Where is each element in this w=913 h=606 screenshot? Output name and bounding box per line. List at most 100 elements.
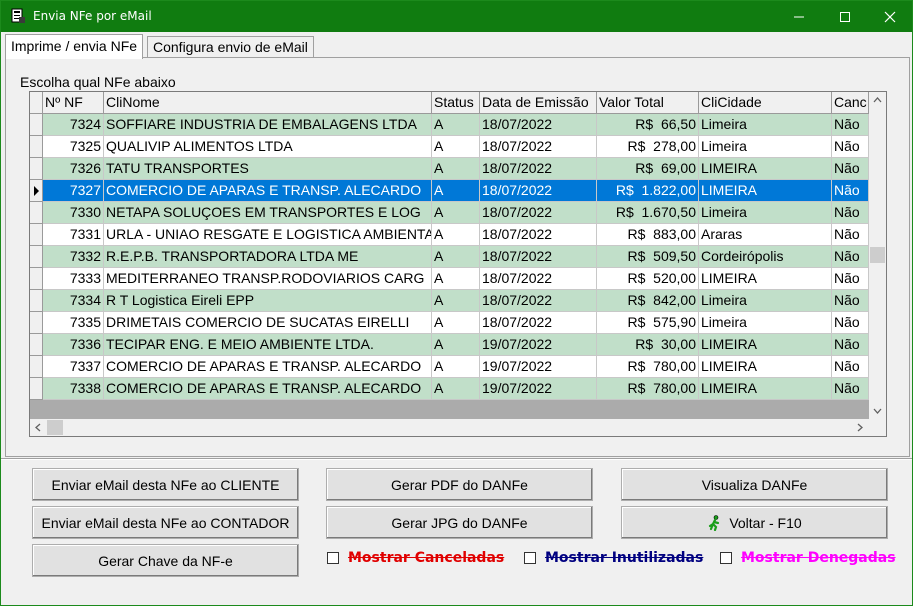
table-row[interactable]: 7330 NETAPA SOLUÇOES EM TRANSPORTES E LOG… [30, 202, 869, 224]
tab-imprime[interactable]: Imprime / envia NFe [5, 34, 144, 59]
table-cell: R$ 842,00 [597, 290, 699, 312]
table-row[interactable]: 7335 DRIMETAIS COMERCIO DE SUCATAS EIRELL… [30, 312, 869, 334]
table-row[interactable]: 7325 QUALIVIP ALIMENTOS LTDA A 18/07/2022 R$… [30, 136, 869, 158]
table-row[interactable]: 7331 URLA - UNIAO RESGATE E LOGISTICA AMB… [30, 224, 869, 246]
column-header[interactable]: Nº NF [43, 92, 104, 114]
table-cell: URLA - UNIAO RESGATE E LOGISTICA AMBIENT… [104, 224, 432, 246]
table-cell: Araras [699, 224, 832, 246]
nfe-grid[interactable]: Nº NF CliNome Status Data de Emissão Valor T… [29, 91, 887, 437]
table-cell: 18/07/2022 [480, 290, 597, 312]
checkbox-box[interactable] [327, 552, 339, 564]
table-cell: 7335 [43, 312, 104, 334]
table-cell: 18/07/2022 [480, 224, 597, 246]
table-cell: A [432, 224, 480, 246]
row-indicator[interactable] [30, 136, 43, 158]
column-header[interactable]: Status [432, 92, 480, 114]
table-cell: Não [832, 334, 869, 356]
gerar-pdf-button[interactable]: Gerar PDF do DANFe [326, 468, 593, 501]
table-cell: DRIMETAIS COMERCIO DE SUCATAS EIRELLI [104, 312, 432, 334]
checkbox-box[interactable] [720, 552, 732, 564]
gerar-chave-button[interactable]: Gerar Chave da NF-e [32, 544, 299, 577]
table-cell: 18/07/2022 [480, 268, 597, 290]
table-row[interactable]: 7336 TECIPAR ENG. E MEIO AMBIENTE LTDA. A 1… [30, 334, 869, 356]
checkbox-box[interactable] [524, 552, 536, 564]
row-indicator[interactable] [30, 268, 43, 290]
row-indicator[interactable] [30, 158, 43, 180]
scroll-down-icon[interactable] [873, 408, 882, 414]
table-cell: R$ 575,90 [597, 312, 699, 334]
row-indicator[interactable] [30, 180, 43, 202]
table-cell: R$ 66,50 [597, 114, 699, 136]
table-cell: Limeira [699, 290, 832, 312]
table-cell: 7337 [43, 356, 104, 378]
row-indicator[interactable] [30, 202, 43, 224]
table-cell: LIMEIRA [699, 356, 832, 378]
scroll-right-icon[interactable] [857, 423, 863, 432]
table-cell: Limeira [699, 114, 832, 136]
choose-label: Escolha qual NFe abaixo [20, 74, 176, 90]
mostrar-denegadas-checkbox[interactable]: Mostrar Denegadas [720, 550, 896, 566]
horizontal-scroll-thumb[interactable] [47, 420, 63, 435]
gerar-jpg-button[interactable]: Gerar JPG do DANFe [326, 506, 593, 539]
table-cell: R.E.P.B. TRANSPORTADORA LTDA ME [104, 246, 432, 268]
mostrar-canceladas-checkbox[interactable]: Mostrar Canceladas [327, 550, 504, 566]
table-cell: 7331 [43, 224, 104, 246]
table-cell: R$ 278,00 [597, 136, 699, 158]
table-cell: R$ 883,00 [597, 224, 699, 246]
row-indicator[interactable] [30, 356, 43, 378]
header-indicator [30, 92, 43, 114]
column-header[interactable]: Data de Emissão [480, 92, 597, 114]
table-cell: R$ 1.822,00 [597, 180, 699, 202]
row-indicator[interactable] [30, 114, 43, 136]
scroll-up-icon[interactable] [873, 97, 882, 103]
voltar-button[interactable]: Voltar - F10 [621, 506, 888, 539]
table-cell: 19/07/2022 [480, 334, 597, 356]
column-header[interactable]: Valor Total [597, 92, 699, 114]
table-cell: 18/07/2022 [480, 246, 597, 268]
close-button[interactable] [867, 1, 913, 32]
table-row[interactable]: 7327 COMERCIO DE APARAS E TRANSP. ALECARD… [30, 180, 869, 202]
table-cell: 18/07/2022 [480, 202, 597, 224]
email-cliente-button[interactable]: Enviar eMail desta NFe ao CLIENTE [32, 468, 299, 501]
maximize-button[interactable] [822, 1, 868, 32]
column-header[interactable]: CliCidade [699, 92, 832, 114]
row-indicator[interactable] [30, 224, 43, 246]
table-cell: R$ 509,50 [597, 246, 699, 268]
row-indicator[interactable] [30, 378, 43, 400]
table-row[interactable]: 7326 TATU TRANSPORTES A 18/07/2022 R$ 69,00 L… [30, 158, 869, 180]
column-header[interactable]: Canc [832, 92, 869, 114]
table-row[interactable]: 7334 R T Logistica Eireli EPP A 18/07/2022 R… [30, 290, 869, 312]
table-cell: 18/07/2022 [480, 312, 597, 334]
vertical-scrollbar[interactable] [869, 92, 886, 419]
table-row[interactable]: 7333 MEDITERRANEO TRANSP.RODOVIARIOS CARG… [30, 268, 869, 290]
current-row-icon [34, 186, 39, 196]
row-indicator[interactable] [30, 246, 43, 268]
scroll-left-icon[interactable] [35, 423, 41, 432]
table-cell: 18/07/2022 [480, 180, 597, 202]
app-window: Envia NFe por eMail Imprime / envia NFe … [0, 0, 913, 606]
column-header[interactable]: CliNome [104, 92, 432, 114]
table-cell: 7338 [43, 378, 104, 400]
table-row[interactable]: 7332 R.E.P.B. TRANSPORTADORA LTDA ME A 18/0… [30, 246, 869, 268]
table-row[interactable]: 7337 COMERCIO DE APARAS E TRANSP. ALECARD… [30, 356, 869, 378]
visualiza-danfe-button[interactable]: Visualiza DANFe [621, 468, 888, 501]
table-cell: A [432, 378, 480, 400]
tab-configura[interactable]: Configura envio de eMail [147, 36, 314, 58]
row-indicator[interactable] [30, 312, 43, 334]
email-contador-button[interactable]: Enviar eMail desta NFe ao CONTADOR [32, 506, 299, 539]
table-row[interactable]: 7324 SOFFIARE INDUSTRIA DE EMBALAGENS LTD… [30, 114, 869, 136]
table-cell: 7330 [43, 202, 104, 224]
table-cell: R$ 30,00 [597, 334, 699, 356]
scroll-corner [869, 419, 886, 436]
table-cell: A [432, 268, 480, 290]
vertical-scroll-thumb[interactable] [870, 247, 885, 263]
minimize-button[interactable] [776, 1, 822, 32]
row-indicator[interactable] [30, 290, 43, 312]
title-bar[interactable]: Envia NFe por eMail [1, 1, 912, 32]
mostrar-inutilizadas-checkbox[interactable]: Mostrar Inutilizadas [524, 550, 703, 566]
table-cell: Não [832, 136, 869, 158]
table-row[interactable]: 7338 COMERCIO DE APARAS E TRANSP. ALECARD… [30, 378, 869, 400]
table-cell: 7324 [43, 114, 104, 136]
horizontal-scrollbar[interactable] [30, 419, 869, 436]
row-indicator[interactable] [30, 334, 43, 356]
